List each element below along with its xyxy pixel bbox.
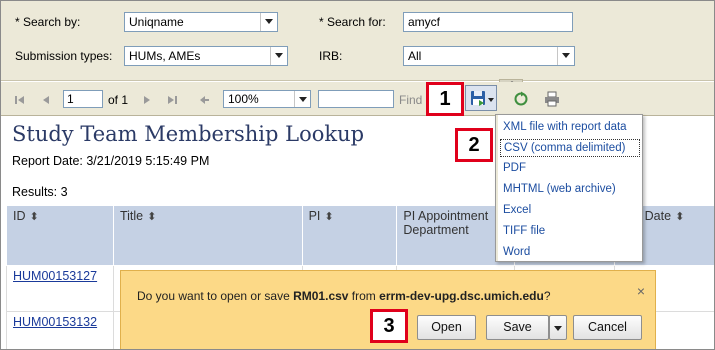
irb-value: All <box>408 49 422 63</box>
sort-icon[interactable]: ⬍ <box>30 211 39 223</box>
chevron-down-icon <box>557 47 574 65</box>
search-by-select[interactable]: Uniqname <box>124 12 278 32</box>
search-for-label: * Search for: <box>319 15 386 29</box>
page-count: of 1 <box>108 93 129 107</box>
menu-item-xml[interactable]: XML file with report data <box>500 119 640 137</box>
column-header-title[interactable]: Title ⬍ <box>112 205 303 266</box>
chevron-down-icon <box>488 98 494 102</box>
last-page-icon[interactable] <box>165 93 179 107</box>
close-icon[interactable]: × <box>637 283 645 299</box>
save-disk-icon <box>470 90 486 109</box>
report-viewer-window: * Search by: Uniqname * Search for: Subm… <box>0 0 715 350</box>
print-icon[interactable] <box>544 91 560 110</box>
callout-step-1: 1 <box>426 82 464 116</box>
search-by-value: Uniqname <box>129 15 184 29</box>
menu-item-csv[interactable]: CSV (comma delimited) <box>500 139 640 157</box>
sort-icon[interactable]: ⬍ <box>147 211 156 223</box>
chevron-down-icon <box>294 91 310 107</box>
menu-item-tiff[interactable]: TIFF file <box>500 223 640 241</box>
download-host: errm-dev-upg.dsc.umich.edu <box>379 289 544 303</box>
chevron-down-icon <box>260 13 277 31</box>
report-date: Report Date: 3/21/2019 5:15:49 PM <box>12 154 210 168</box>
search-for-input[interactable] <box>403 12 573 32</box>
find-input[interactable] <box>318 90 394 108</box>
save-options-button[interactable] <box>549 315 567 340</box>
search-by-label: * Search by: <box>15 15 81 29</box>
menu-item-excel[interactable]: Excel <box>500 202 640 220</box>
save-button[interactable]: Save <box>486 315 549 340</box>
submission-types-value: HUMs, AMEs <box>129 49 201 63</box>
submission-types-select[interactable]: HUMs, AMEs <box>124 46 288 66</box>
next-page-icon[interactable] <box>140 93 154 107</box>
export-button[interactable] <box>465 85 497 111</box>
first-page-icon[interactable] <box>13 93 27 107</box>
open-button[interactable]: Open <box>417 315 476 340</box>
download-message: Do you want to open or save RM01.csv fro… <box>137 289 551 303</box>
find-button[interactable]: Find <box>399 93 422 107</box>
menu-item-pdf[interactable]: PDF <box>500 160 640 178</box>
download-filename: RM01.csv <box>293 289 349 303</box>
previous-page-icon[interactable] <box>39 93 53 107</box>
parameter-bar: * Search by: Uniqname * Search for: Subm… <box>1 1 714 81</box>
study-id-link[interactable]: HUM00153132 <box>13 315 97 329</box>
column-header-id[interactable]: ID ⬍ <box>6 205 114 266</box>
irb-select[interactable]: All <box>403 46 575 66</box>
study-id-link[interactable]: HUM00153127 <box>13 269 97 283</box>
page-number-input[interactable] <box>63 90 103 108</box>
submission-types-label: Submission types: <box>15 49 113 63</box>
back-icon[interactable] <box>197 93 211 107</box>
chevron-down-icon <box>270 47 287 65</box>
zoom-select[interactable]: 100% <box>223 90 311 108</box>
column-header-pi[interactable]: PI ⬍ <box>301 205 398 266</box>
menu-item-word[interactable]: Word <box>500 244 640 262</box>
menu-rail <box>496 115 498 261</box>
export-format-menu: XML file with report data CSV (comma del… <box>495 114 643 262</box>
callout-step-2: 2 <box>455 128 493 162</box>
cancel-button[interactable]: Cancel <box>573 315 642 340</box>
refresh-icon[interactable] <box>513 91 529 110</box>
menu-item-mhtml[interactable]: MHTML (web archive) <box>500 181 640 199</box>
report-title: Study Team Membership Lookup <box>12 122 365 146</box>
callout-step-3: 3 <box>370 309 408 343</box>
report-toolbar: of 1 100% Find <box>1 82 714 116</box>
irb-label: IRB: <box>319 49 343 63</box>
results-count: Results: 3 <box>12 185 68 199</box>
zoom-value: 100% <box>228 92 259 106</box>
sort-icon[interactable]: ⬍ <box>675 211 684 223</box>
sort-icon[interactable]: ⬍ <box>324 211 333 223</box>
